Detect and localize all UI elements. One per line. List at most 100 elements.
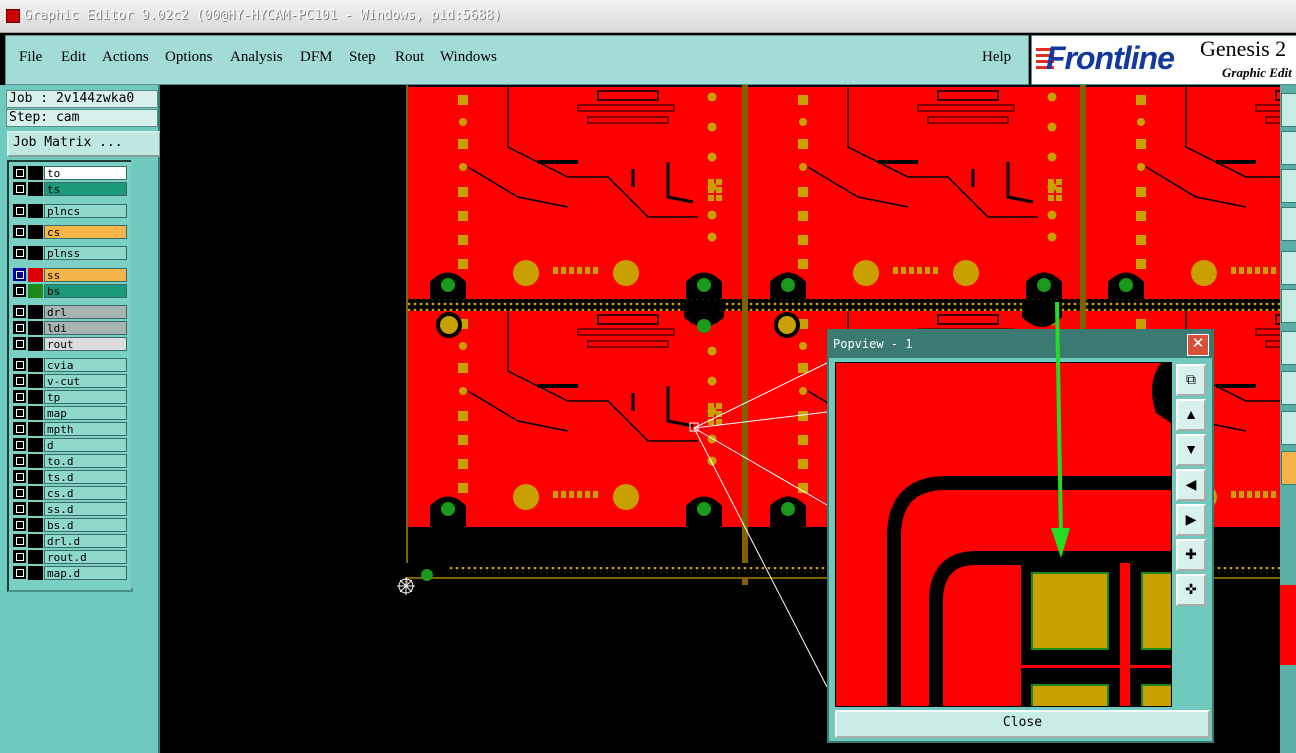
menu-edit[interactable]: Edit (61, 49, 86, 66)
right-tool-button[interactable] (1281, 131, 1296, 165)
popview-zoom-pane[interactable] (835, 362, 1172, 707)
layer-row-cs-d[interactable]: cs.d (13, 486, 127, 500)
layer-checkbox[interactable] (13, 486, 26, 499)
layer-checkbox[interactable] (13, 550, 26, 563)
layer-row-ts[interactable]: ts (13, 182, 127, 196)
popview-close-icon[interactable]: ✕ (1187, 334, 1209, 356)
layer-checkbox[interactable] (13, 454, 26, 467)
layer-checkbox[interactable] (13, 390, 26, 403)
layer-row-ldi[interactable]: ldi (13, 321, 127, 335)
right-tool-button[interactable] (1281, 411, 1296, 445)
layer-swatch (28, 268, 43, 282)
popview-title: Popview - 1 (833, 337, 913, 351)
right-tool-button[interactable] (1281, 207, 1296, 241)
layer-row-ss-d[interactable]: ss.d (13, 502, 127, 516)
layer-row-plncs[interactable]: plncs (13, 204, 127, 218)
layer-row-bs-d[interactable]: bs.d (13, 518, 127, 532)
layer-row-drl[interactable]: drl (13, 305, 127, 319)
popview-zoom-window-icon[interactable]: ⧉ (1176, 364, 1206, 396)
menu-dfm[interactable]: DFM (300, 49, 333, 66)
right-tool-button[interactable] (1281, 251, 1296, 285)
right-tool-button[interactable] (1281, 169, 1296, 203)
layer-checkbox[interactable] (13, 305, 26, 318)
menu-analysis[interactable]: Analysis (230, 49, 283, 66)
layer-checkbox[interactable] (13, 284, 26, 297)
layer-row-d[interactable]: d (13, 438, 127, 452)
layer-checkbox[interactable] (13, 337, 26, 350)
layer-swatch (28, 358, 43, 372)
layer-row-drl-d[interactable]: drl.d (13, 534, 127, 548)
popview-pan-right-icon[interactable]: ▶ (1176, 504, 1206, 536)
layer-row-ss[interactable]: ss (13, 268, 127, 282)
pcb-panel (406, 309, 744, 529)
layer-swatch (28, 438, 43, 452)
layer-checkbox[interactable] (13, 518, 26, 531)
right-tool-button[interactable] (1281, 289, 1296, 323)
layer-row-map[interactable]: map (13, 406, 127, 420)
menu-options[interactable]: Options (165, 49, 213, 66)
layer-row-rout[interactable]: rout (13, 337, 127, 351)
popview-pan-up-icon[interactable]: ▲ (1176, 399, 1206, 431)
job-matrix-button[interactable]: Job Matrix ... (7, 131, 161, 157)
layer-row-tp[interactable]: tp (13, 390, 127, 404)
layer-checkbox[interactable] (13, 422, 26, 435)
popview-zoom-out-icon[interactable]: ✜ (1176, 574, 1206, 606)
layer-row-bs[interactable]: bs (13, 284, 127, 298)
layer-row-v-cut[interactable]: v-cut (13, 374, 127, 388)
layer-swatch (28, 502, 43, 516)
layer-row-cs[interactable]: cs (13, 225, 127, 239)
layer-row-plnss[interactable]: plnss (13, 246, 127, 260)
product-name: Genesis 2 (1200, 36, 1287, 61)
layer-swatch (28, 566, 43, 580)
layer-name: d (44, 438, 127, 452)
layer-row-to[interactable]: to (13, 166, 127, 180)
menu-help[interactable]: Help (982, 49, 1011, 66)
layer-swatch (28, 518, 43, 532)
layer-checkbox[interactable] (13, 566, 26, 579)
layer-row-mpth[interactable]: mpth (13, 422, 127, 436)
layer-name: bs (44, 284, 127, 298)
layer-row-rout-d[interactable]: rout.d (13, 550, 127, 564)
layer-name: ss (44, 268, 127, 282)
right-tool-button[interactable] (1281, 451, 1296, 485)
menu-file[interactable]: File (19, 49, 42, 66)
popview-zoom-in-icon[interactable]: ✚ (1176, 539, 1206, 571)
layer-name: ts (44, 182, 127, 196)
layer-checkbox[interactable] (13, 321, 26, 334)
layer-checkbox[interactable] (13, 502, 26, 515)
layer-name: mpth (44, 422, 127, 436)
layer-checkbox[interactable] (13, 438, 26, 451)
layer-checkbox[interactable] (13, 358, 26, 371)
popview-pan-down-icon[interactable]: ▼ (1176, 434, 1206, 466)
layer-list-scrollbar[interactable] (131, 160, 153, 588)
layer-swatch (28, 321, 43, 335)
right-tool-button[interactable] (1281, 371, 1296, 405)
layer-checkbox[interactable] (13, 470, 26, 483)
layer-row-ts-d[interactable]: ts.d (13, 470, 127, 484)
left-panel: Job : 2v144zwka0 Step: cam Job Matrix ..… (0, 85, 161, 753)
layer-checkbox[interactable] (13, 166, 26, 179)
layer-swatch (28, 374, 43, 388)
layer-checkbox[interactable] (13, 268, 26, 281)
layer-checkbox[interactable] (13, 204, 26, 217)
layer-list: to ts plncs cs plnss ss bs drl ldi rout cvia v-cut t… (7, 160, 133, 592)
layer-checkbox[interactable] (13, 534, 26, 547)
menu-step[interactable]: Step (349, 49, 376, 66)
layer-checkbox[interactable] (13, 182, 26, 195)
menu-windows[interactable]: Windows (440, 49, 497, 66)
layer-row-map-d[interactable]: map.d (13, 566, 127, 580)
layer-row-cvia[interactable]: cvia (13, 358, 127, 372)
popview-close-button[interactable]: Close (835, 710, 1210, 738)
layer-row-to-d[interactable]: to.d (13, 454, 127, 468)
right-tool-button[interactable] (1281, 93, 1296, 127)
layer-checkbox[interactable] (13, 374, 26, 387)
popview-pan-left-icon[interactable]: ◀ (1176, 469, 1206, 501)
layer-name: ss.d (44, 502, 127, 516)
right-tool-button[interactable] (1281, 331, 1296, 365)
layer-checkbox[interactable] (13, 406, 26, 419)
layer-checkbox[interactable] (13, 225, 26, 238)
layer-checkbox[interactable] (13, 246, 26, 259)
menu-rout[interactable]: Rout (395, 49, 424, 66)
menu-actions[interactable]: Actions (102, 49, 149, 66)
layer-swatch (28, 470, 43, 484)
